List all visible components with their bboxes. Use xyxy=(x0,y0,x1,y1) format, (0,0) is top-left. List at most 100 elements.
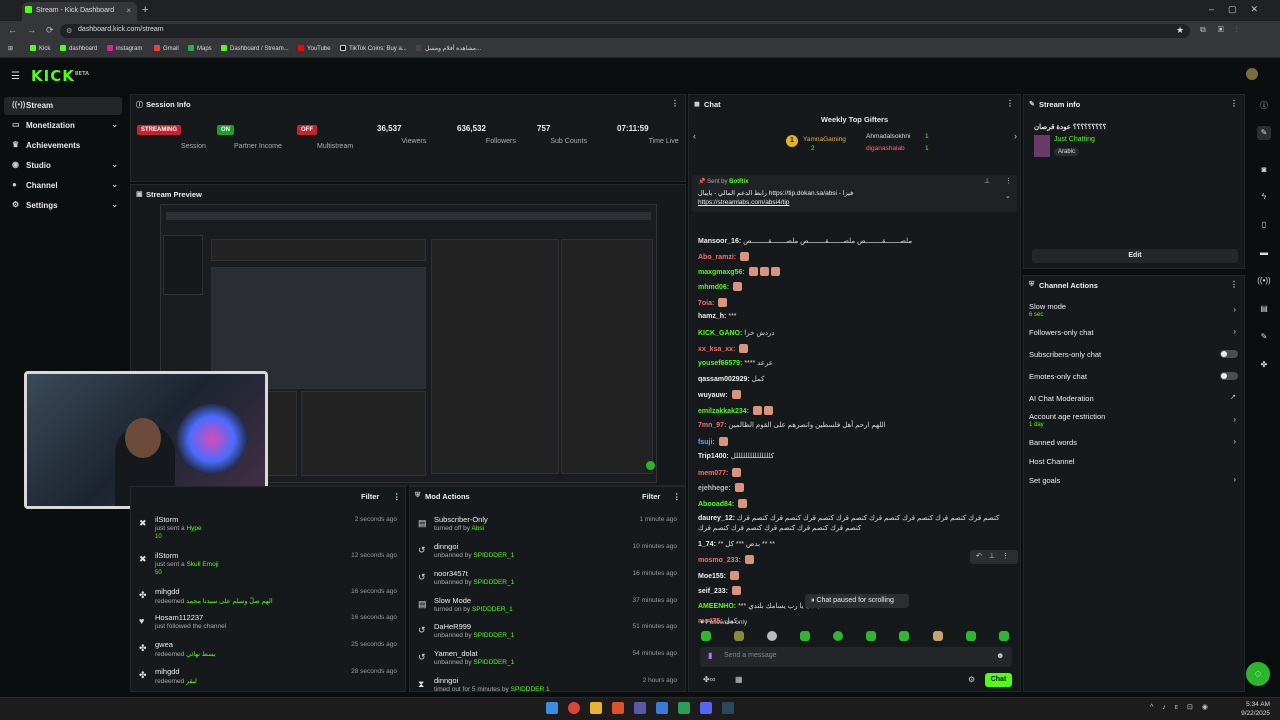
chevron-down-icon[interactable]: ⌄ xyxy=(1005,192,1011,200)
wrench-icon[interactable]: ✎ xyxy=(1257,330,1271,344)
chat-username[interactable]: Moe155: xyxy=(698,573,726,580)
chat-username[interactable]: Mansoor_16: xyxy=(698,238,741,245)
bookmark-instagram[interactable]: instagram xyxy=(107,45,142,52)
emote-button[interactable] xyxy=(999,631,1009,641)
window-controls[interactable]: –▢✕ xyxy=(1209,4,1272,15)
browser-tab[interactable]: Stream - Kick Dashboard × xyxy=(22,2,137,21)
chat-username[interactable]: ejehhege: xyxy=(698,485,731,492)
action-set-goals[interactable]: Set goals xyxy=(1029,476,1060,485)
steam-icon[interactable] xyxy=(722,702,734,714)
sidebar-item-channel[interactable]: ● Channel ⌄ xyxy=(4,177,122,195)
bookmark-maps[interactable]: Maps xyxy=(188,45,212,52)
taskbar-clock[interactable]: 5:34 AM 9/22/2025 xyxy=(1241,700,1270,718)
sidebar-item-studio[interactable]: ◉ Studio ⌄ xyxy=(4,157,122,175)
taskbar-app-icon[interactable] xyxy=(678,702,690,714)
chat-username[interactable]: Abooad84: xyxy=(698,501,734,508)
camera-icon[interactable]: ◙ xyxy=(1257,163,1271,177)
system-tray-icons[interactable]: ^♪ɛ⊡◉ xyxy=(1150,703,1217,711)
discord-icon[interactable] xyxy=(700,702,712,714)
bookmark-star-icon[interactable]: ★ xyxy=(1176,25,1184,36)
chat-username[interactable]: yousef66579: xyxy=(698,360,742,367)
lightning-icon[interactable]: ϟ xyxy=(1257,190,1271,204)
bookmark-dashboard[interactable]: dashboard xyxy=(60,45,97,52)
chrome-icon[interactable] xyxy=(568,702,580,714)
chat-input-field[interactable]: ▮ Send a message ☻ xyxy=(700,647,1012,667)
category-link[interactable]: Just Chatting xyxy=(1054,136,1095,143)
navigation-buttons[interactable]: ←→⟳ xyxy=(8,25,64,36)
chat-username[interactable]: AMEENHO: xyxy=(698,603,736,610)
chat-username[interactable]: Abo_ramzi: xyxy=(698,254,736,261)
chevron-right-icon[interactable]: › xyxy=(1233,475,1236,484)
chevron-right-icon[interactable]: › xyxy=(1233,415,1236,424)
more-options-icon[interactable]: ⋮ xyxy=(673,492,681,501)
chat-bubble-fab-icon[interactable]: ◌ xyxy=(1246,662,1270,686)
calendar-icon[interactable]: ▦ xyxy=(735,675,743,684)
chat-username[interactable]: 7mn_97: xyxy=(698,422,726,429)
edit-stream-info-button[interactable]: Edit xyxy=(1032,249,1238,263)
emote-button[interactable] xyxy=(899,631,909,641)
emote-button[interactable] xyxy=(734,631,744,641)
bookmark-youtube[interactable]: YouTube xyxy=(298,45,331,52)
chat-username[interactable]: 7oia: xyxy=(698,300,714,307)
chat-tools-icon[interactable]: ✤∞ xyxy=(703,675,715,684)
chat-icon[interactable]: ▬ xyxy=(1257,246,1271,260)
mod-filter-button[interactable]: Filter xyxy=(642,492,660,501)
chat-username[interactable]: mosmo_233: xyxy=(698,557,741,564)
gear-icon[interactable]: ⚙ xyxy=(968,675,975,684)
message-actions[interactable]: ↶⊥⋮ xyxy=(970,550,1018,564)
pencil-icon[interactable]: ✎ xyxy=(1257,126,1271,140)
activity-filter-button[interactable]: Filter xyxy=(361,492,379,501)
subscribers-only-toggle[interactable] xyxy=(1220,350,1238,358)
extensions-icon[interactable]: ⧉▣⋮ xyxy=(1200,25,1250,35)
action-ai-moderation[interactable]: AI Chat Moderation xyxy=(1029,394,1094,403)
more-options-icon[interactable]: ⋮ xyxy=(1230,99,1238,108)
pinned-message[interactable]: 📌 Sent by BotRix رابط الدعم المالي - باي… xyxy=(692,175,1017,212)
more-options-icon[interactable]: ⋮ xyxy=(671,99,679,108)
taskbar-app-icon[interactable] xyxy=(656,702,668,714)
bookmark-tiktok[interactable]: TikTok Coins: Buy a... xyxy=(340,45,407,52)
chat-username[interactable]: wuyauw: xyxy=(698,392,728,399)
bookmark-kick[interactable]: Kick xyxy=(30,45,50,52)
close-tab-icon[interactable]: × xyxy=(126,6,131,15)
bookmark-movies[interactable]: مشاهدة أفلام ومسل... xyxy=(416,45,481,52)
chevron-left-icon[interactable]: ‹ xyxy=(693,131,696,141)
chat-username[interactable]: daurey_12: xyxy=(698,515,735,522)
more-options-icon[interactable]: ⋮ xyxy=(393,492,401,501)
url-field[interactable]: dashboard.kick.com/stream xyxy=(60,24,1190,38)
chat-username[interactable]: seif_233: xyxy=(698,588,728,595)
apps-icon[interactable]: ✤ xyxy=(1257,358,1271,372)
chevron-right-icon[interactable]: › xyxy=(1233,305,1236,314)
apps-icon[interactable]: ⊞ xyxy=(8,45,13,52)
chat-username[interactable]: Trip1400: xyxy=(698,453,729,460)
action-host-channel[interactable]: Host Channel xyxy=(1029,457,1074,466)
microphone-icon[interactable]: ▮ xyxy=(708,651,712,660)
user-avatar[interactable] xyxy=(1246,68,1258,80)
external-link-icon[interactable]: ↗ xyxy=(1230,393,1236,401)
chat-username[interactable]: maxgmaxg56: xyxy=(698,269,745,276)
more-options-icon[interactable]: ⋮ xyxy=(1005,177,1012,185)
document-icon[interactable]: ▯ xyxy=(1257,218,1271,232)
emote-button[interactable] xyxy=(966,631,976,641)
emote-button[interactable] xyxy=(866,631,876,641)
action-followers-only[interactable]: Followers-only chat xyxy=(1029,328,1094,337)
site-info-icon[interactable]: ⚙ xyxy=(66,27,72,35)
bookmark-gmail[interactable]: Gmail xyxy=(154,45,179,52)
action-banned-words[interactable]: Banned words xyxy=(1029,438,1077,447)
chat-username[interactable]: qassam002929: xyxy=(698,376,750,383)
chat-paused-banner[interactable]: ⏸ Chat paused for scrolling xyxy=(805,594,909,608)
chevron-right-icon[interactable]: › xyxy=(1233,327,1236,336)
taskbar-app-icon[interactable] xyxy=(612,702,624,714)
layout-icon[interactable]: ▤ xyxy=(1257,302,1271,316)
sidebar-item-settings[interactable]: ⚙ Settings ⌄ xyxy=(4,197,122,215)
emote-button[interactable] xyxy=(933,631,943,641)
emote-button[interactable] xyxy=(767,631,777,641)
chat-username[interactable]: emilzakkak234: xyxy=(698,408,749,415)
more-options-icon[interactable]: ⋮ xyxy=(1230,280,1238,289)
broadcast-icon[interactable]: ((•)) xyxy=(1257,274,1271,288)
unpin-icon[interactable]: ⊥ xyxy=(984,177,990,185)
action-account-age[interactable]: Account age restriction 1 day xyxy=(1029,412,1105,428)
new-tab-icon[interactable]: + xyxy=(142,4,148,16)
sidebar-item-achievements[interactable]: ♛ Achievements xyxy=(4,137,122,155)
chat-username[interactable]: KICK_GANO: xyxy=(698,330,742,337)
chevron-right-icon[interactable]: › xyxy=(1014,131,1017,141)
